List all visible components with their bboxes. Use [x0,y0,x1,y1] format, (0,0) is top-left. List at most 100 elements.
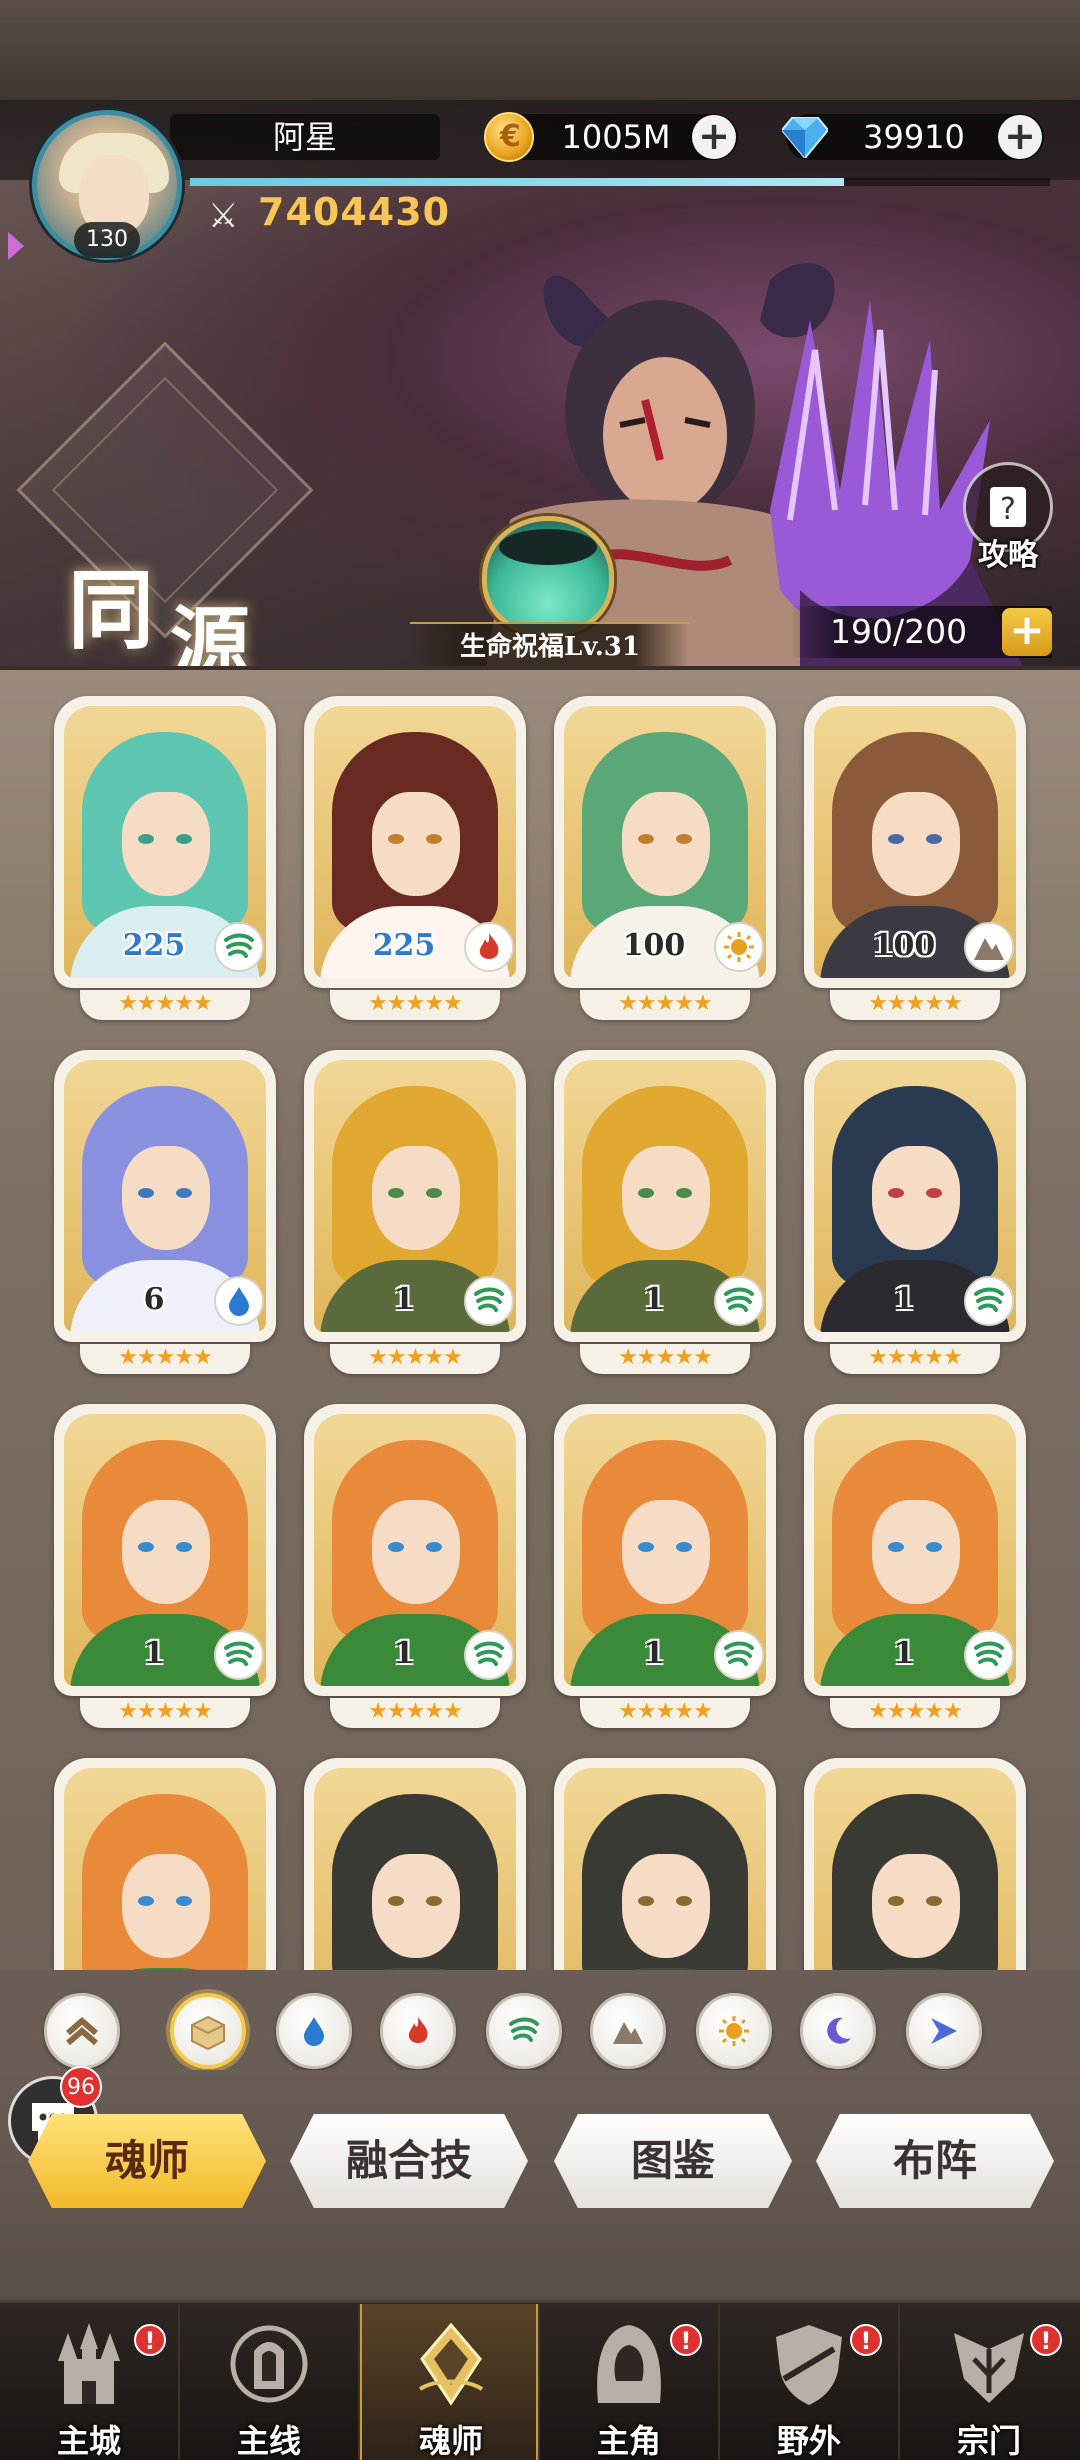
portrait-face [372,792,460,896]
crossed-swords-icon: ⚔ [208,196,239,236]
portrait-eye [926,1542,942,1552]
filter-earth-mountain-button[interactable] [590,1993,666,2069]
filter-dark-moon-button[interactable] [800,1993,876,2069]
roster-capacity: 190/200 + [790,606,1052,658]
portrait-eye [388,1188,404,1198]
portrait-eye [388,1542,404,1552]
tab-fusion-skill[interactable]: 融合技 [290,2114,528,2208]
soul-master-card[interactable]: 225 ★★★★★ [304,696,526,1022]
light-sun-icon [717,2014,751,2048]
filter-all-box-button[interactable] [170,1993,246,2069]
card-level: 1 [143,1636,165,1671]
portrait-eye [638,834,654,844]
experience-bar-fill [190,178,844,186]
filter-fire-button[interactable] [380,1993,456,2069]
gem-counter: 39910 + [782,114,1044,160]
life-blessing-label: 生命祝福Lv.31 [410,622,690,668]
chat-unread-badge: 96 [60,2066,102,2108]
gold-value: 1005M [561,118,671,156]
portrait-eye [138,834,154,844]
tab-soul-master[interactable]: 魂师 [28,2114,266,2208]
nav-separator [358,2304,360,2460]
soul-master-card[interactable]: 225 ★★★★★ [54,696,276,1022]
nav-castle[interactable]: 主城! [0,2304,178,2460]
life-blessing-orb-icon [482,516,614,636]
player-avatar[interactable]: 130 [22,100,192,270]
filter-rank-chevron-button[interactable] [44,1993,120,2069]
filter-water-drop-button[interactable] [276,1993,352,2069]
add-gold-button[interactable]: + [692,115,736,159]
soul-master-card[interactable]: 1 ★★★★★ [554,1404,776,1730]
gold-counter: 1005M + [484,112,738,162]
wind-element-icon [214,922,264,972]
soul-master-card[interactable]: 1 ★★★★★ [304,1404,526,1730]
card-level: 100 [622,928,686,963]
portrait-eye [676,1896,692,1906]
soul-master-grid[interactable]: 225 ★★★★★ 225 ★★★★★ 100 ★★★★★ 100 ★★★★★ [0,670,1080,1970]
portrait-eye [138,1188,154,1198]
nav-field-shield[interactable]: 野外! [720,2304,898,2460]
expand-capacity-button[interactable]: + [1002,608,1052,656]
filter-special-triangle-button[interactable] [906,1993,982,2069]
soul-master-card[interactable] [554,1758,776,1970]
portrait-eye [426,834,442,844]
soul-master-card[interactable] [54,1758,276,1970]
soul-master-card[interactable]: 1 ★★★★★ [554,1050,776,1376]
wind-element-icon [464,1630,514,1680]
portrait-face [372,1854,460,1958]
fire-icon [401,2014,435,2048]
card-level: 225 [372,928,436,963]
tab-codex[interactable]: 图鉴 [554,2114,792,2208]
all-box-icon [188,2011,228,2051]
portrait-face [122,1146,210,1250]
dark-moon-icon [821,2014,855,2048]
nav-label: 魂师 [418,2422,483,2460]
portrait-eye [426,1188,442,1198]
filter-wind-button[interactable] [486,1993,562,2069]
combat-power-value: 7404430 [258,190,451,234]
soul-master-card[interactable]: 1 ★★★★★ [304,1050,526,1376]
nav-label: 主线 [236,2422,301,2460]
nav-label: 主城 [56,2422,121,2460]
card-star-rating: ★★★★★ [580,990,750,1020]
soul-master-card[interactable]: 100 ★★★★★ [554,696,776,1022]
water-element-icon [214,1276,264,1326]
player-name: 阿星 [170,114,440,160]
portrait-face [872,1500,960,1604]
nav-soul-master[interactable]: 魂师 [360,2304,538,2460]
guide-button[interactable]: ? 攻略 [958,462,1058,573]
soul-master-card[interactable]: 1 ★★★★★ [54,1404,276,1730]
side-panel-arrow-icon[interactable] [8,232,24,260]
soul-master-card[interactable] [804,1758,1026,1970]
soul-master-card[interactable]: 1 ★★★★★ [804,1050,1026,1376]
portrait-eye [176,834,192,844]
nav-separator [898,2304,900,2460]
card-level: 1 [643,1282,665,1317]
portrait-eye [676,1188,692,1198]
add-gems-button[interactable]: + [998,115,1042,159]
player-level-badge: 130 [74,222,140,258]
earth-mountain-icon [611,2014,645,2048]
portrait-eye [176,1542,192,1552]
soul-master-card[interactable]: 1 ★★★★★ [804,1404,1026,1730]
special-triangle-icon [927,2014,961,2048]
top-strip [0,0,1080,100]
nav-sect-crest[interactable]: 宗门! [900,2304,1078,2460]
roster-capacity-value: 190/200 [830,612,968,651]
card-star-rating: ★★★★★ [830,990,1000,1020]
nav-main-quest[interactable]: 主线 [180,2304,358,2460]
soul-master-card[interactable]: 6 ★★★★★ [54,1050,276,1376]
card-portrait [814,1768,1016,1970]
portrait-face [622,1500,710,1604]
filter-light-sun-button[interactable] [696,1993,772,2069]
portrait-face [872,1146,960,1250]
nav-hero-hood[interactable]: 主角! [540,2304,718,2460]
soul-master-card[interactable]: 100 ★★★★★ [804,696,1026,1022]
nav-label: 宗门 [956,2422,1021,2460]
card-level: 225 [122,928,186,963]
soul-master-card[interactable] [304,1758,526,1970]
sect-crest-icon [939,2314,1039,2414]
life-blessing[interactable]: 生命祝福Lv.31 [410,500,690,668]
wind-element-icon [714,1276,764,1326]
tab-formation[interactable]: 布阵 [816,2114,1054,2208]
